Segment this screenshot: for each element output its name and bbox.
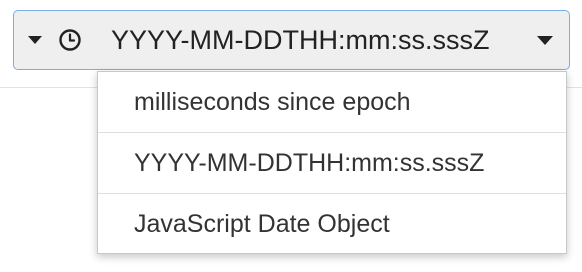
option-javascript-date-object[interactable]: JavaScript Date Object xyxy=(98,194,566,254)
selected-format-value: YYYY-MM-DDTHH:mm:ss.sssZ xyxy=(111,25,490,55)
page: YYYY-MM-DDTHH:mm:ss.sssZ milliseconds si… xyxy=(0,0,582,272)
option-milliseconds-since-epoch[interactable]: milliseconds since epoch xyxy=(98,72,566,133)
caret-down-icon[interactable] xyxy=(28,36,42,44)
chevron-down-icon[interactable] xyxy=(537,36,553,45)
format-dropdown-menu: milliseconds since epoch YYYY-MM-DDTHH:m… xyxy=(97,71,567,254)
option-iso-string[interactable]: YYYY-MM-DDTHH:mm:ss.sssZ xyxy=(98,133,566,194)
clock-icon xyxy=(59,29,81,51)
date-format-select[interactable]: YYYY-MM-DDTHH:mm:ss.sssZ xyxy=(13,10,570,70)
